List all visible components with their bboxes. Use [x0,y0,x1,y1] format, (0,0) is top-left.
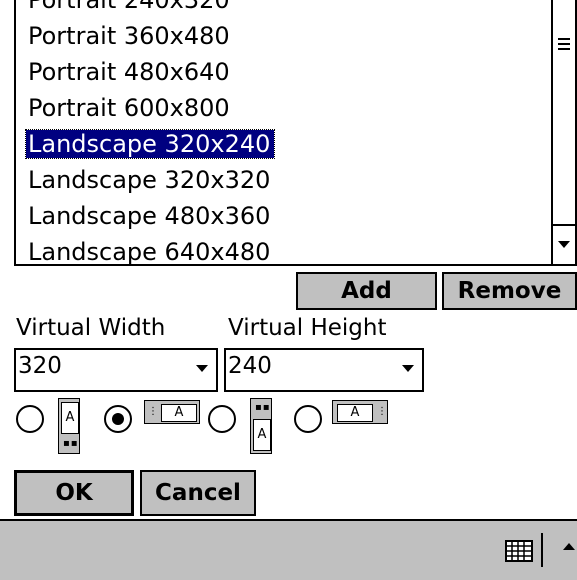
remove-button[interactable]: Remove [442,272,577,310]
list-item-label: Landscape 320x320 [28,166,271,194]
chevron-down-icon [196,365,208,372]
landscape-buttons-right-icon: A ⋮ [332,400,388,424]
virtual-height-select[interactable]: 240 [224,348,424,392]
taskbar-divider [541,533,543,567]
list-item-label: Portrait 240x320 [28,0,230,14]
virtual-width-select[interactable]: 320 [14,348,218,392]
virtual-height-value: 240 [228,353,272,379]
virtual-width-label: Virtual Width [16,315,166,341]
scroll-thumb[interactable] [553,30,575,60]
orientation-radio-1[interactable] [16,405,44,433]
list-item[interactable]: Landscape 320x240 [16,126,546,162]
taskbar [0,519,577,580]
list-item[interactable]: Landscape 640x480 [16,234,546,266]
list-item-label: Landscape 320x240 [24,129,276,159]
chevron-down-icon [402,365,414,372]
keyboard-icon[interactable] [505,537,537,565]
list-item-label: Portrait 480x640 [28,58,230,86]
list-item[interactable]: Portrait 360x480 [16,18,546,54]
list-item-label: Landscape 480x360 [28,202,271,230]
resolution-list: Portrait 240x320 Portrait 360x480 Portrait… [16,0,546,266]
list-item[interactable]: Landscape 320x320 [16,162,546,198]
chevron-up-icon [563,543,575,550]
add-button[interactable]: Add [296,272,437,310]
list-item[interactable]: Portrait 240x320 [16,0,546,18]
list-item-label: Portrait 600x800 [28,94,230,122]
list-scrollbar[interactable] [551,0,575,264]
list-item[interactable]: Portrait 600x800 [16,90,546,126]
scroll-down-button[interactable] [553,224,575,264]
resolution-listbox[interactable]: Portrait 240x320 Portrait 360x480 Portrait… [14,0,577,266]
virtual-height-label: Virtual Height [228,315,387,341]
list-item-label: Portrait 360x480 [28,22,230,50]
list-item-label: Landscape 640x480 [28,238,271,266]
portrait-buttons-bottom-icon: A ▪▪ [58,398,80,454]
portrait-buttons-top-icon: ▪▪ A [250,398,272,454]
orientation-radio-2[interactable] [104,405,132,433]
list-item[interactable]: Landscape 480x360 [16,198,546,234]
chevron-down-icon [558,241,570,248]
cancel-button[interactable]: Cancel [140,470,256,516]
virtual-width-value: 320 [18,353,62,379]
orientation-radio-4[interactable] [294,405,322,433]
radio-selected-dot [112,413,124,425]
orientation-radio-3[interactable] [208,405,236,433]
list-item[interactable]: Portrait 480x640 [16,54,546,90]
sip-menu-button[interactable] [558,533,576,567]
ok-button[interactable]: OK [14,470,134,516]
landscape-buttons-left-icon: ⋮ A [144,400,200,424]
